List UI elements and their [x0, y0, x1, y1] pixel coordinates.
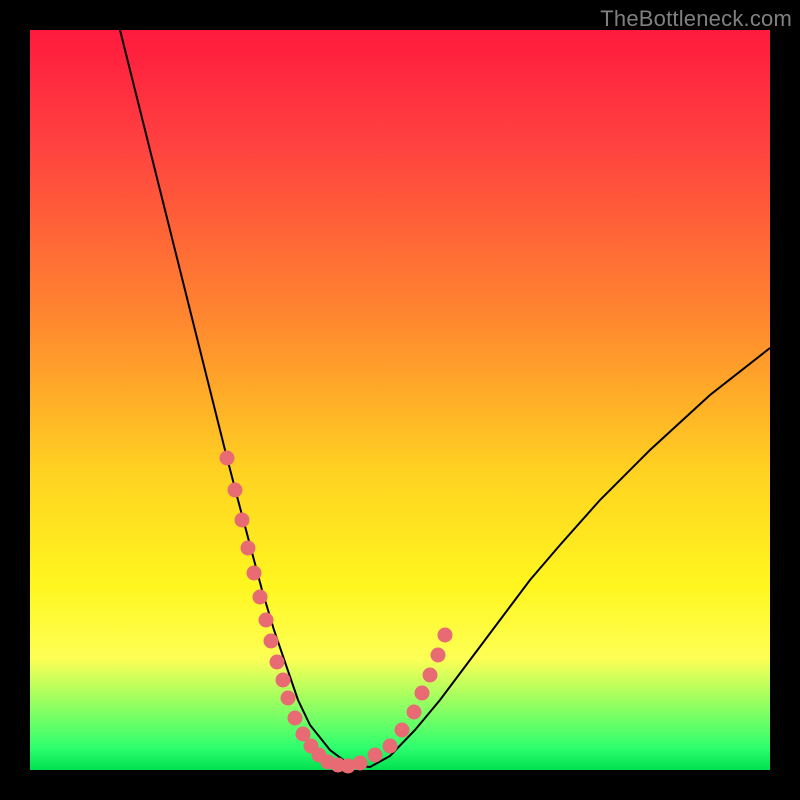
- dot: [407, 705, 422, 720]
- dot: [264, 634, 279, 649]
- dot: [423, 668, 438, 683]
- dot: [235, 513, 250, 528]
- dot: [395, 723, 410, 738]
- dot: [259, 613, 274, 628]
- dot: [288, 711, 303, 726]
- dot: [247, 566, 262, 581]
- chart-svg: [30, 30, 770, 770]
- dot: [276, 673, 291, 688]
- dot: [241, 541, 256, 556]
- dot: [368, 748, 383, 763]
- dot: [438, 628, 453, 643]
- dot: [220, 451, 235, 466]
- dot: [270, 655, 285, 670]
- dot: [281, 691, 296, 706]
- chart-frame: TheBottleneck.com: [0, 0, 800, 800]
- plot-area: [30, 30, 770, 770]
- dot: [353, 756, 368, 771]
- watermark-label: TheBottleneck.com: [600, 6, 792, 32]
- dot: [228, 483, 243, 498]
- dot: [431, 648, 446, 663]
- dot: [253, 590, 268, 605]
- dot: [415, 686, 430, 701]
- dot-cluster: [220, 451, 453, 774]
- dot: [383, 739, 398, 754]
